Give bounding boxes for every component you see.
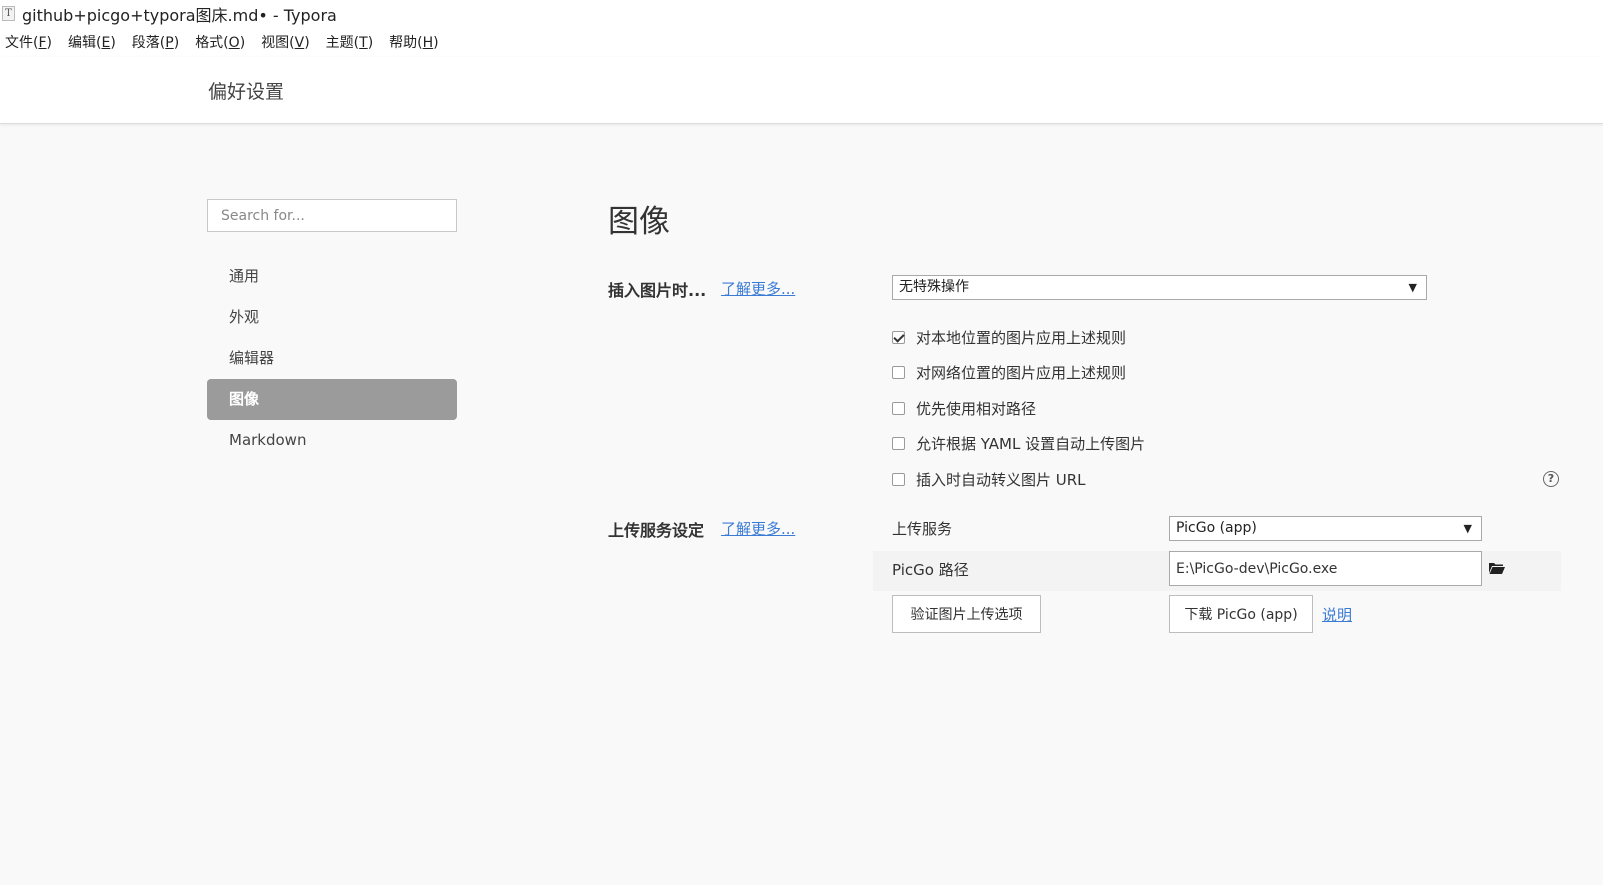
checkbox-row-local-images[interactable]: 对本地位置的图片应用上述规则 [892, 327, 1126, 348]
menu-theme-mnemonic: T [359, 35, 368, 51]
folder-open-icon[interactable] [1489, 562, 1505, 574]
picgo-doc-link[interactable]: 说明 [1322, 604, 1352, 625]
checkbox-yaml-upload[interactable] [892, 437, 905, 450]
menu-view-suffix: ) [304, 35, 310, 51]
menu-view-label: 视图( [261, 35, 295, 51]
menu-file-label: 文件( [5, 35, 39, 51]
section-title-image: 图像 [608, 204, 670, 240]
sidebar-item-editor[interactable]: 编辑器 [207, 338, 457, 379]
menu-theme-suffix: ) [367, 35, 374, 51]
checkbox-label-escape-url: 插入时自动转义图片 URL [916, 471, 1086, 489]
upload-service-learn-more-link[interactable]: 了解更多... [721, 518, 795, 539]
window-title: github+picgo+typora图床.md• - Typora [22, 5, 337, 25]
checkbox-row-relative-path[interactable]: 优先使用相对路径 [892, 398, 1036, 419]
checkbox-relative-path[interactable] [892, 402, 905, 415]
preferences-title: 偏好设置 [208, 81, 285, 103]
insert-image-action-value: 无特殊操作 [899, 279, 969, 295]
insert-image-label: 插入图片时... [608, 281, 707, 300]
menu-theme-label: 主题( [325, 35, 360, 51]
chevron-down-icon: ▼ [1463, 522, 1472, 535]
settings-search-input[interactable] [207, 199, 457, 232]
menu-edit-suffix: ) [110, 35, 116, 51]
sidebar-item-general[interactable]: 通用 [207, 256, 457, 297]
help-question-icon[interactable]: ? [1543, 471, 1559, 487]
checkbox-escape-url[interactable] [892, 473, 905, 486]
title-bar: T github+picgo+typora图床.md• - Typora [0, 0, 1603, 27]
chevron-down-icon: ▼ [1408, 281, 1417, 294]
menu-file[interactable]: 文件(F) [5, 30, 52, 54]
menu-paragraph-label: 段落( [131, 35, 166, 51]
checkbox-label-network-images: 对网络位置的图片应用上述规则 [916, 364, 1127, 382]
checkbox-row-escape-url[interactable]: 插入时自动转义图片 URL [892, 469, 1086, 490]
menu-help-mnemonic: H [422, 35, 434, 51]
menu-help[interactable]: 帮助(H) [389, 30, 438, 54]
typora-app-icon: T [2, 6, 15, 21]
checkbox-label-yaml-upload: 允许根据 YAML 设置自动上传图片 [916, 435, 1146, 453]
picgo-path-input[interactable] [1169, 551, 1482, 586]
menu-theme[interactable]: 主题(T) [326, 30, 374, 54]
sidebar-item-markdown[interactable]: Markdown [207, 420, 457, 461]
menu-paragraph-mnemonic: P [165, 35, 174, 51]
upload-service-select[interactable]: PicGo (app) ▼ [1169, 516, 1482, 541]
menu-edit-mnemonic: E [101, 35, 111, 51]
menu-format-label: 格式( [195, 35, 229, 51]
menu-view[interactable]: 视图(V) [261, 30, 310, 54]
upload-service-value: PicGo (app) [1176, 520, 1257, 536]
checkbox-local-images[interactable] [892, 331, 905, 344]
menu-bar: 文件(F) 编辑(E) 段落(P) 格式(O) 视图(V) 主题(T) 帮助(H… [0, 27, 1603, 57]
preferences-header: 偏好设置 [0, 57, 1603, 124]
menu-paragraph[interactable]: 段落(P) [132, 30, 179, 54]
settings-sidebar-nav: 通用 外观 编辑器 图像 Markdown [207, 256, 457, 461]
menu-edit[interactable]: 编辑(E) [68, 30, 116, 54]
menu-paragraph-suffix: ) [173, 35, 180, 51]
menu-format[interactable]: 格式(O) [195, 30, 245, 54]
upload-service-label: 上传服务 [892, 520, 953, 538]
menu-help-label: 帮助( [389, 35, 423, 51]
menu-file-suffix: ) [46, 35, 52, 51]
menu-edit-label: 编辑( [68, 35, 102, 51]
upload-service-settings-label: 上传服务设定 [608, 521, 705, 540]
sidebar-item-image[interactable]: 图像 [207, 379, 457, 420]
menu-file-mnemonic: F [38, 35, 47, 51]
menu-help-suffix: ) [433, 35, 439, 51]
menu-format-suffix: ) [239, 35, 246, 51]
menu-format-mnemonic: O [228, 35, 240, 51]
checkbox-row-yaml-upload[interactable]: 允许根据 YAML 设置自动上传图片 [892, 433, 1145, 454]
checkbox-label-relative-path: 优先使用相对路径 [916, 400, 1037, 418]
checkbox-row-network-images[interactable]: 对网络位置的图片应用上述规则 [892, 362, 1126, 383]
checkbox-label-local-images: 对本地位置的图片应用上述规则 [916, 329, 1127, 347]
checkbox-network-images[interactable] [892, 366, 905, 379]
insert-image-learn-more-link[interactable]: 了解更多... [721, 278, 795, 299]
picgo-path-label: PicGo 路径 [892, 561, 969, 579]
menu-view-mnemonic: V [294, 35, 305, 51]
verify-image-upload-button[interactable]: 验证图片上传选项 [892, 595, 1041, 633]
insert-image-action-select[interactable]: 无特殊操作 ▼ [892, 275, 1427, 300]
download-picgo-button[interactable]: 下载 PicGo (app) [1169, 595, 1313, 633]
sidebar-item-appearance[interactable]: 外观 [207, 297, 457, 338]
